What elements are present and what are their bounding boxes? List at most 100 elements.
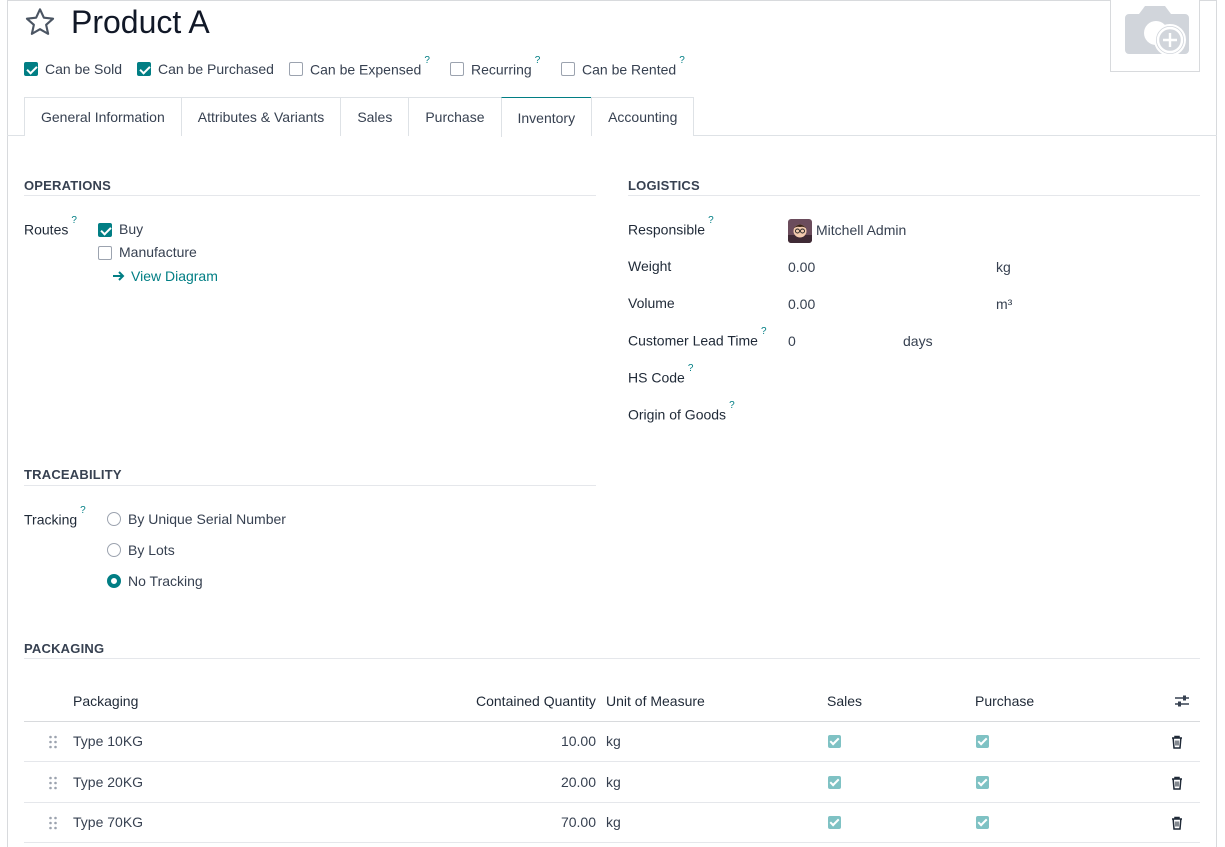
customer-lead-time-text: Customer Lead Time xyxy=(628,332,758,349)
column-purchase[interactable]: Purchase xyxy=(975,693,1034,709)
volume-unit: m³ xyxy=(996,296,1013,312)
column-sales[interactable]: Sales xyxy=(827,693,862,709)
can-be-expensed-text: Can be Expensed xyxy=(310,61,422,78)
hs-code-text: HS Code xyxy=(628,369,685,386)
unit-of-measure[interactable]: kg xyxy=(606,774,621,790)
purchase-checkbox[interactable] xyxy=(976,735,989,748)
sales-checkbox[interactable] xyxy=(828,735,841,748)
tab-purchase[interactable]: Purchase xyxy=(408,97,501,136)
purchase-checkbox[interactable] xyxy=(976,816,989,829)
help-tooltip-icon[interactable]: ? xyxy=(71,215,77,226)
view-diagram-link[interactable]: View Diagram xyxy=(131,268,218,284)
packaging-name[interactable]: Type 10KG xyxy=(73,733,143,749)
table-row[interactable]: Type 10KG 10.00 kg xyxy=(24,722,1200,762)
column-packaging[interactable]: Packaging xyxy=(73,693,138,709)
tracking-serial-radio[interactable] xyxy=(107,512,121,526)
help-tooltip-icon[interactable]: ? xyxy=(679,55,685,66)
can-be-sold-label: Can be Sold xyxy=(45,61,123,77)
contained-quantity[interactable]: 70.00 xyxy=(561,814,596,830)
active-tab-gap xyxy=(502,135,591,137)
can-be-purchased-checkbox[interactable] xyxy=(137,62,151,76)
tab-inventory[interactable]: Inventory xyxy=(500,97,592,137)
help-tooltip-icon[interactable]: ? xyxy=(424,55,430,66)
help-tooltip-icon[interactable]: ? xyxy=(80,505,86,516)
tracking-label-text: Tracking xyxy=(24,511,78,528)
traceability-section-title: TRACEABILITY xyxy=(24,467,122,482)
can-be-purchased-label: Can be Purchased xyxy=(158,61,274,77)
hs-code-input[interactable] xyxy=(788,367,1168,389)
sales-checkbox[interactable] xyxy=(828,816,841,829)
customer-lead-time-label: Customer Lead Time? xyxy=(628,326,767,349)
help-tooltip-icon[interactable]: ? xyxy=(708,215,714,226)
can-be-expensed-label: Can be Expensed? xyxy=(310,55,430,78)
tab-general-information[interactable]: General Information xyxy=(24,97,181,136)
responsible-user[interactable]: Mitchell Admin xyxy=(816,222,906,238)
column-unit-of-measure[interactable]: Unit of Measure xyxy=(606,693,705,709)
route-buy-checkbox[interactable] xyxy=(98,223,112,237)
product-name[interactable]: Product A xyxy=(71,4,210,41)
packaging-divider xyxy=(24,658,1200,659)
can-be-sold-checkbox[interactable] xyxy=(24,62,38,76)
operations-divider xyxy=(24,195,596,196)
origin-of-goods-label: Origin of Goods? xyxy=(628,400,735,423)
trash-icon[interactable] xyxy=(1171,816,1183,830)
unit-of-measure[interactable]: kg xyxy=(606,814,621,830)
column-contained-quantity[interactable]: Contained Quantity xyxy=(476,693,596,709)
avatar-image xyxy=(788,219,812,243)
tracking-lots-radio[interactable] xyxy=(107,543,121,557)
logistics-section-title: LOGISTICS xyxy=(628,178,700,193)
recurring-text: Recurring xyxy=(471,61,532,78)
customer-lead-time-input[interactable]: 0 xyxy=(788,333,796,349)
responsible-label-text: Responsible xyxy=(628,221,706,238)
tracking-none-label: No Tracking xyxy=(128,573,203,589)
help-tooltip-icon[interactable]: ? xyxy=(761,326,767,337)
drag-handle-icon[interactable] xyxy=(48,776,58,790)
origin-of-goods-input[interactable] xyxy=(788,404,1168,426)
table-row[interactable]: Type 70KG 70.00 kg xyxy=(24,803,1200,843)
arrow-right-icon xyxy=(113,271,125,281)
drag-handle-icon[interactable] xyxy=(48,816,58,830)
tracking-serial-label: By Unique Serial Number xyxy=(128,511,286,527)
operations-section-title: OPERATIONS xyxy=(24,178,111,193)
sales-checkbox[interactable] xyxy=(828,776,841,789)
contained-quantity[interactable]: 10.00 xyxy=(561,733,596,749)
route-manufacture-checkbox[interactable] xyxy=(98,246,112,260)
unit-of-measure[interactable]: kg xyxy=(606,733,621,749)
notebook-tabs: General Information Attributes & Variant… xyxy=(24,97,695,137)
volume-input[interactable]: 0.00 xyxy=(788,296,815,312)
trash-icon[interactable] xyxy=(1171,776,1183,790)
can-be-rented-text: Can be Rented xyxy=(582,61,677,78)
recurring-label: Recurring? xyxy=(471,55,540,78)
help-tooltip-icon[interactable]: ? xyxy=(688,363,694,374)
responsible-label: Responsible? xyxy=(628,215,714,238)
drag-handle-icon[interactable] xyxy=(48,735,58,749)
routes-label-text: Routes xyxy=(24,221,69,238)
help-tooltip-icon[interactable]: ? xyxy=(729,400,735,411)
table-row[interactable]: Type 20KG 20.00 kg xyxy=(24,763,1200,803)
tab-attributes-variants[interactable]: Attributes & Variants xyxy=(180,97,341,136)
recurring-checkbox[interactable] xyxy=(450,62,464,76)
routes-label: Routes? xyxy=(24,215,77,238)
user-avatar xyxy=(788,219,812,243)
trash-icon[interactable] xyxy=(1171,735,1183,749)
purchase-checkbox[interactable] xyxy=(976,776,989,789)
tracking-label: Tracking? xyxy=(24,505,86,528)
weight-input[interactable]: 0.00 xyxy=(788,259,815,275)
origin-of-goods-text: Origin of Goods xyxy=(628,406,727,423)
can-be-expensed-checkbox[interactable] xyxy=(289,62,303,76)
contained-quantity[interactable]: 20.00 xyxy=(561,774,596,790)
can-be-rented-checkbox[interactable] xyxy=(561,62,575,76)
packaging-section-title: PACKAGING xyxy=(24,641,105,656)
product-image-upload[interactable] xyxy=(1110,0,1200,72)
help-tooltip-icon[interactable]: ? xyxy=(535,55,541,66)
volume-label: Volume xyxy=(628,295,675,311)
packaging-name[interactable]: Type 70KG xyxy=(73,814,143,830)
favorite-star-icon[interactable] xyxy=(24,6,56,38)
tab-sales[interactable]: Sales xyxy=(340,97,409,136)
tab-accounting[interactable]: Accounting xyxy=(591,97,695,136)
logistics-divider xyxy=(628,195,1200,196)
optional-columns-sliders-icon[interactable] xyxy=(1174,694,1190,708)
tracking-none-radio[interactable] xyxy=(107,574,121,588)
packaging-name[interactable]: Type 20KG xyxy=(73,774,143,790)
customer-lead-time-unit: days xyxy=(903,333,933,349)
